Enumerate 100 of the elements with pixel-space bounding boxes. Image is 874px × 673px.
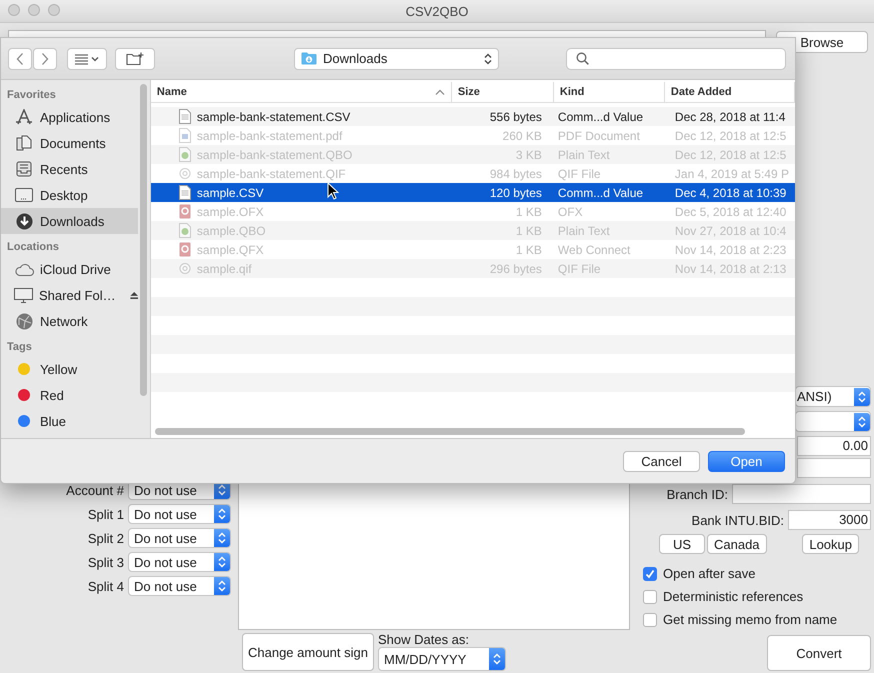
field-label: Account # [66,482,124,498]
file-name: sample-bank-statement.pdf [196,128,342,142]
column-select[interactable]: Do not use [128,528,231,548]
documents-icon [14,135,34,151]
field-label: Split 3 [88,554,124,570]
dropdown-arrows-icon [214,505,230,523]
sidebar-item[interactable]: Documents [1,130,138,156]
quicken-file-icon [178,204,191,219]
file-row[interactable]: sample-bank-statement.CSV 556 bytes Comm...d Value Dec 28, 2018 at 11:4 [150,107,795,126]
checkbox[interactable] [643,566,657,580]
column-header[interactable]: Name [150,82,452,102]
convert-button[interactable]: Convert [767,635,871,671]
file-name: sample.CSV [196,186,264,200]
quicken-file-icon [178,242,191,257]
file-size: 1 KB [514,204,543,218]
dropdown-arrows-icon [484,52,492,64]
option-select[interactable] [795,411,871,432]
checkbox[interactable] [643,612,657,626]
lookup-button[interactable]: Lookup [802,534,859,554]
sidebar-item[interactable]: Applications [1,104,138,130]
change-amount-sign-button[interactable]: Change amount sign [242,633,374,671]
dropdown-arrows-icon [488,648,505,670]
column-header[interactable]: Size [452,82,554,102]
window-title: CSV2QBO [406,4,468,18]
file-size: 120 bytes [488,186,543,200]
column-header[interactable]: Kind [554,82,665,102]
location-select[interactable]: Downloads [294,48,499,70]
column-select[interactable]: Do not use [128,504,231,524]
search-field[interactable] [566,48,786,70]
qif-file-icon [178,261,191,276]
column-header[interactable]: Date Added [664,82,795,102]
view-options-button[interactable] [67,48,107,70]
desktop-icon [14,188,34,202]
sidebar-item[interactable]: Shared Fol… [1,282,138,308]
new-folder-button[interactable] [115,48,155,70]
encoding-select[interactable]: ANSI) [795,386,871,407]
field-label: Split 2 [88,530,124,546]
file-kind: Comm...d Value [556,186,644,200]
forward-icon [40,52,50,66]
sidebar-item[interactable]: Blue [1,408,138,434]
file-size: 984 bytes [488,166,543,180]
back-button[interactable] [8,48,32,70]
branch-id-label: Branch ID: [666,486,728,502]
dropdown-arrows-icon [214,577,230,595]
dropdown-arrows-icon [214,553,230,571]
country-button[interactable]: Canada [707,534,767,554]
sidebar-item[interactable]: Downloads [1,208,138,234]
qbo-file-icon [178,147,191,162]
eject-icon[interactable] [130,290,138,300]
sidebar-item[interactable]: Desktop [1,182,138,208]
open-button[interactable]: Open [708,450,785,472]
bank-intu-bid-field[interactable]: 3000 [788,510,871,530]
sidebar-item[interactable]: Yellow [1,356,138,382]
country-button[interactable]: US [659,534,705,554]
recents-icon [14,161,34,177]
folder-icon [301,52,317,65]
scrollbar[interactable] [154,428,745,435]
dropdown-arrows-icon [854,388,870,406]
cloud-icon [14,262,34,276]
option-label: Deterministic references [663,589,804,604]
date-format-select[interactable]: MM/DD/YYYY [378,647,506,671]
downloads-icon [14,212,34,230]
sidebar-item[interactable]: Network [1,308,138,334]
file-size: 556 bytes [488,110,543,124]
field-label: Split 4 [88,578,124,594]
mouse-cursor-icon [327,182,339,200]
cancel-button[interactable]: Cancel [623,450,700,472]
sidebar-item[interactable]: Red [1,382,138,408]
qif-file-icon [178,166,191,181]
amount-field[interactable]: 0.00 [797,436,871,456]
new-folder-icon [126,52,144,66]
pdf-file-icon [178,128,191,143]
checkbox[interactable] [643,590,657,604]
date-added: Nov 14, 2018 at 2:23 [674,242,788,256]
scrollbar[interactable] [140,84,147,396]
branch-id-field[interactable] [732,484,871,504]
sidebar-item[interactable]: Recents [1,156,138,182]
field-label: Split 1 [88,506,124,522]
file-kind: Comm...d Value [556,110,644,124]
dropdown-arrows-icon [854,412,870,430]
zoom-button[interactable] [48,4,60,16]
file-name: sample.QFX [196,242,264,256]
search-icon [576,52,589,65]
sidebar-item[interactable]: iCloud Drive [1,256,138,282]
column-select[interactable]: Do not use [128,552,231,572]
option-label: Get missing memo from name [663,612,838,627]
minimize-button[interactable] [28,4,40,16]
file-kind: PDF Document [556,128,641,142]
close-button[interactable] [8,4,20,16]
applications-icon [14,109,34,125]
option-label: Open after save [663,566,756,581]
date-format-label: Show Dates as: [378,633,470,647]
sidebar-heading: Locations [6,240,60,255]
text-field[interactable] [797,458,871,478]
file-row[interactable]: sample.CSV 120 bytes Comm...d Value Dec 4, 2018 at 10:39 [150,183,795,202]
network-icon [14,312,34,330]
file-name: sample.OFX [196,204,264,218]
forward-button[interactable] [33,48,57,70]
date-added: Dec 4, 2018 at 10:39 [674,186,788,200]
column-select[interactable]: Do not use [128,576,231,596]
